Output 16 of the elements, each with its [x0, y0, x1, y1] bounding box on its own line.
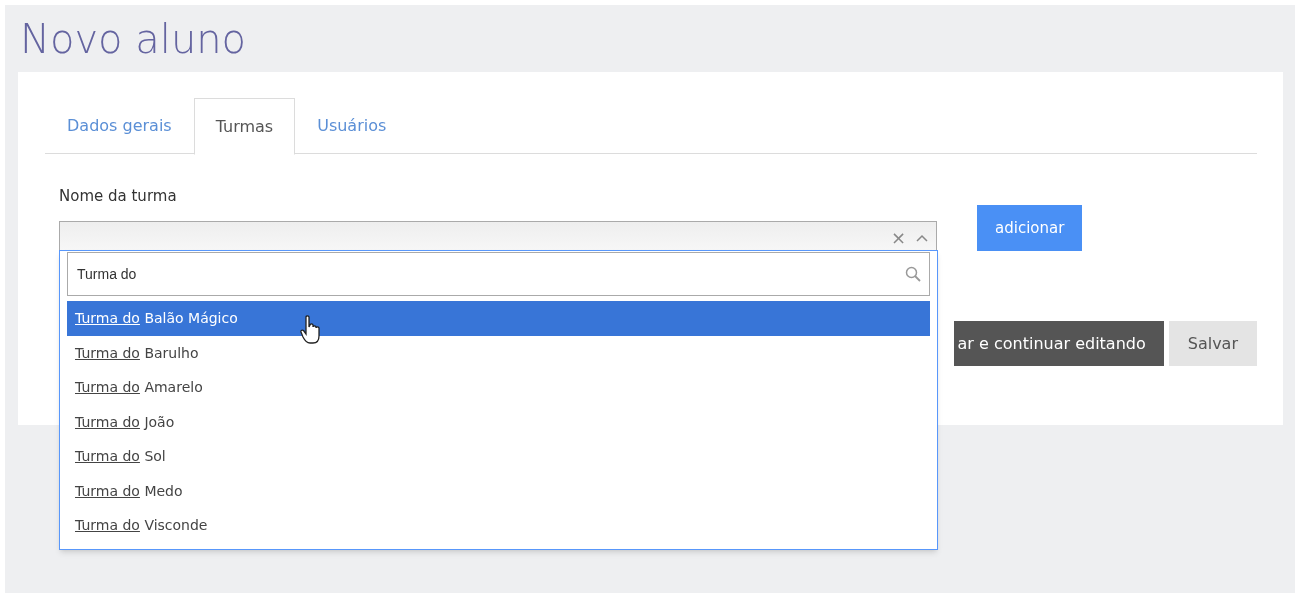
- save-button[interactable]: Salvar: [1168, 321, 1257, 366]
- dropdown-option[interactable]: Turma do Barulho: [67, 335, 930, 370]
- dropdown-option[interactable]: Turma do Sol: [67, 439, 930, 474]
- dropdown-option[interactable]: Turma do Amarelo: [67, 370, 930, 405]
- page-title: Novo aluno: [20, 15, 247, 64]
- chevron-up-icon[interactable]: [916, 234, 928, 242]
- dropdown-option[interactable]: Turma do Balão Mágico: [67, 301, 930, 336]
- dropdown-option[interactable]: Turma do João: [67, 404, 930, 439]
- save-continue-button[interactable]: ar e continuar editando: [953, 321, 1164, 366]
- search-field[interactable]: Turma do: [67, 252, 930, 296]
- tab[interactable]: Turmas: [193, 98, 296, 155]
- dropdown-option[interactable]: Turma do Medo: [67, 473, 930, 508]
- hand-cursor-icon: [300, 315, 322, 345]
- search-icon: [905, 266, 921, 282]
- field-label: Nome da turma: [59, 186, 177, 206]
- dropdown-option[interactable]: Turma do Visconde: [67, 508, 930, 543]
